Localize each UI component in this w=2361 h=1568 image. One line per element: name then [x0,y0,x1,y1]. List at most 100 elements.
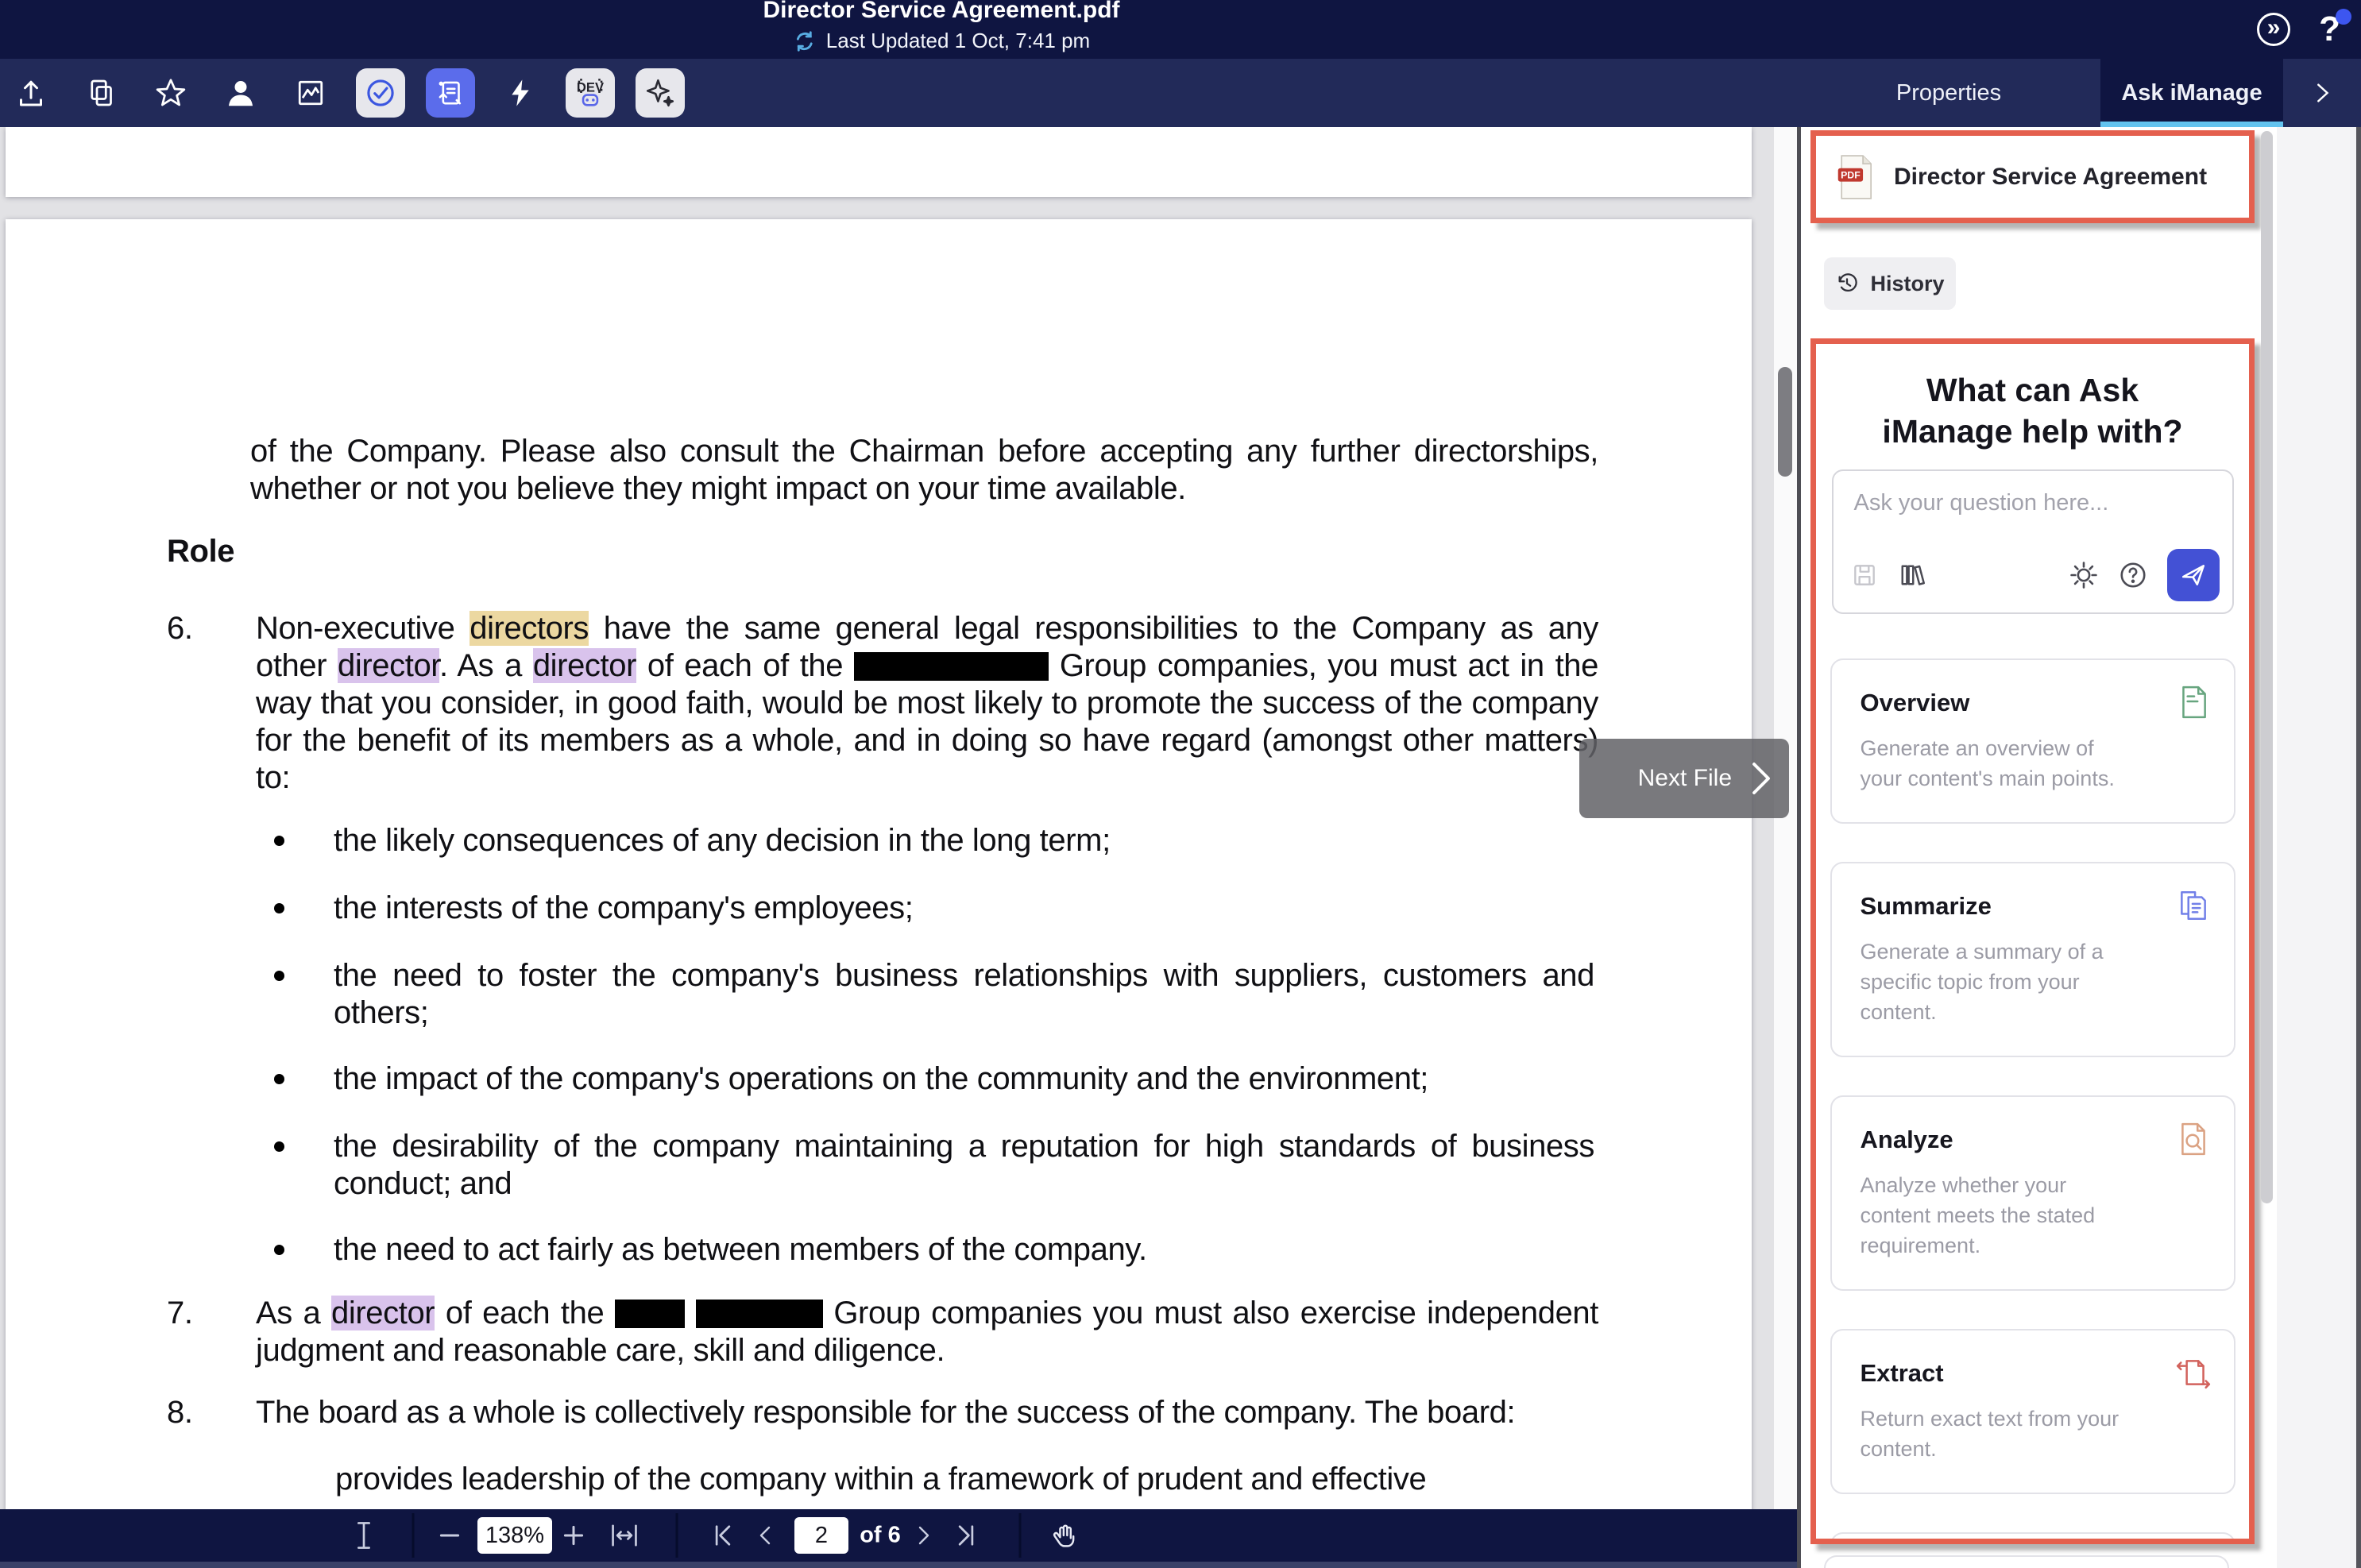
card-title: Overview [1861,689,2139,717]
last-page-button[interactable] [952,1521,980,1550]
hand-pan-tool-icon[interactable] [1049,1520,1080,1551]
previous-page-bottom [6,127,1752,197]
image-preview-icon[interactable] [286,68,335,118]
zoom-in-button[interactable] [560,1522,587,1549]
item-text: The board as a whole is collectively res… [256,1394,1598,1431]
document-scrollbar[interactable] [1774,127,1797,1509]
panel-heading-line2: iManage help with? [1816,411,2249,452]
numbered-item-6: 6. Non-executive directors have the same… [167,610,1752,797]
pdf-page: of the Company. Please also consult the … [6,219,1752,1509]
summarize-copy-icon [2175,887,2212,924]
bullet-item: the desirability of the company maintain… [274,1128,1752,1203]
bullet-text: the likely consequences of any decision … [334,822,1594,859]
viewer-status-bar: 138% 2 of 6 [0,1509,1797,1562]
card-analyze[interactable]: Analyze Analyze whether your content mee… [1830,1095,2235,1291]
panel-scrollbar-thumb[interactable] [2261,131,2273,1203]
panel-gutter [2277,127,2356,1568]
card-title: Summarize [1861,892,2139,921]
document-title: Director Service Agreement.pdf [763,0,1119,24]
document-scrollbar-thumb[interactable] [1778,367,1792,477]
analyze-search-document-icon [2175,1121,2212,1157]
bottom-edge-strip [0,1562,1797,1568]
bullet-item: the likely consequences of any decision … [274,822,1752,859]
paragraph: of the Company. Please also consult the … [250,433,1598,508]
bullet-text: the need to foster the company's busines… [334,957,1594,1032]
save-icon[interactable] [1851,562,1878,589]
svg-text:PDF: PDF [1841,169,1861,180]
card-extract[interactable]: Extract Return exact text from your cont… [1830,1329,2235,1494]
star-icon[interactable] [146,68,195,118]
bullet-dot [274,836,284,846]
zoom-out-button[interactable] [436,1522,463,1549]
notification-dot [2336,9,2351,25]
card-description: Return exact text from your content. [1861,1404,2139,1464]
card-title: Analyze [1861,1126,2139,1154]
item-number: 7. [167,1295,256,1369]
item-number: 8. [167,1394,256,1431]
help-icon[interactable]: ? [2319,12,2340,47]
ai-sparkles-icon[interactable] [636,68,685,118]
toolbar-icons: DEV [6,59,685,127]
upload-icon[interactable] [6,68,56,118]
collapse-double-chevron-icon[interactable]: » [2257,13,2290,46]
bullet-item: the need to foster the company's busines… [274,957,1752,1032]
chevron-right-icon [1746,759,1776,798]
panel-document-title: Director Service Agreement [1894,164,2207,191]
next-card-peek[interactable] [1824,1555,2229,1568]
next-page-button[interactable] [910,1521,936,1550]
first-page-button[interactable] [709,1521,737,1550]
page-number-input[interactable]: 2 [794,1517,848,1554]
card-description: Generate a summary of a specific topic f… [1861,937,2139,1027]
divider [1019,1513,1022,1558]
fit-width-button[interactable] [609,1521,640,1550]
card-title: Extract [1861,1359,2139,1388]
previous-page-button[interactable] [753,1521,779,1550]
next-file-button[interactable]: Next File [1579,739,1789,818]
history-label: History [1870,272,1944,296]
numbered-item-7: 7. As a director of each the Group compa… [167,1295,1752,1369]
toolbar: DEV Properties Ask iManage [0,59,2361,127]
text-select-tool-icon[interactable] [350,1520,378,1551]
bullet-text: the need to act fairly as between member… [334,1231,1594,1269]
tabbar-next-chevron-icon[interactable] [2283,59,2361,127]
card-chronology[interactable]: Chronology Create a timeline of key date… [1830,1532,2235,1544]
document-refresh-icon[interactable] [426,68,475,118]
sync-icon [793,29,817,53]
item-text: Non-executive directors have the same ge… [256,610,1598,797]
ask-imanage-panel: PDF Director Service Agreement History W… [1797,127,2361,1568]
bullet-dot [274,1245,284,1255]
help-circle-icon[interactable] [2118,560,2148,590]
card-summarize[interactable]: Summarize Generate a summary of a specif… [1830,862,2235,1057]
tab-ask-imanage-label: Ask iManage [2121,80,2262,106]
extract-document-icon [2175,1354,2212,1391]
overview-document-icon [2175,684,2212,720]
bullet-dot [274,903,284,913]
last-updated: Last Updated 1 Oct, 7:41 pm [793,29,1090,53]
tab-properties[interactable]: Properties [1797,59,2100,127]
send-question-button[interactable] [2167,549,2220,601]
dev-robot-icon[interactable]: DEV [566,68,615,118]
copy-documents-icon[interactable] [76,68,126,118]
panel-heading-line1: What can Ask [1816,369,2249,411]
approve-check-icon[interactable] [356,68,405,118]
settings-gear-icon[interactable] [2069,560,2099,590]
svg-text:DEV: DEV [577,80,604,95]
zoom-level-input[interactable]: 138% [477,1517,552,1554]
question-input-box [1832,469,2234,614]
library-books-icon[interactable] [1897,561,1926,589]
item-number: 6. [167,610,256,797]
lightning-icon[interactable] [496,68,545,118]
question-input[interactable] [1834,471,2232,547]
panel-right-border [2356,127,2361,1568]
ask-imanage-section-annotated: What can Ask iManage help with? [1810,338,2255,1544]
bullet-dot [274,971,284,981]
bullet-text: the impact of the company's operations o… [334,1060,1594,1098]
history-button[interactable]: History [1824,257,1956,310]
user-icon[interactable] [216,68,265,118]
tab-ask-imanage[interactable]: Ask iManage [2100,59,2283,127]
section-heading: Role [167,533,1752,570]
card-overview[interactable]: Overview Generate an overview of your co… [1830,658,2235,824]
top-bar: Director Service Agreement.pdf Last Upda… [0,0,2361,59]
active-tab-underline [2100,122,2283,127]
file-header-annotated: PDF Director Service Agreement [1810,130,2255,223]
